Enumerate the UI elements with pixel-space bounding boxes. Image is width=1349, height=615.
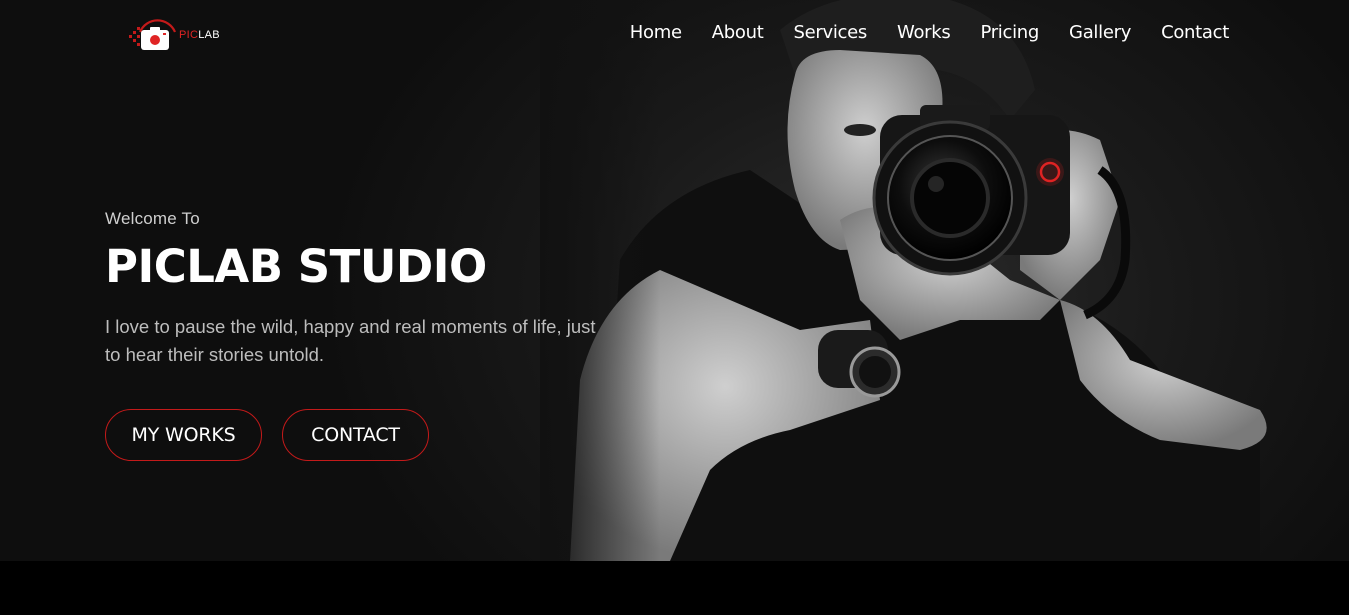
nav-pricing[interactable]: Pricing: [980, 22, 1039, 43]
logo-text-lab: LAB: [198, 29, 220, 41]
hero-section: PICLAB Home About Services Works Pricing…: [0, 0, 1349, 561]
hero-title: PICLAB STUDIO: [105, 240, 487, 293]
my-works-button[interactable]: MY WORKS: [105, 409, 262, 461]
main-nav: Home About Services Works Pricing Galler…: [630, 22, 1230, 43]
camera-icon: [129, 19, 177, 50]
nav-services[interactable]: Services: [793, 22, 867, 43]
nav-gallery[interactable]: Gallery: [1069, 22, 1131, 43]
hero-welcome: Welcome To: [105, 209, 200, 228]
logo-text-pic: PIC: [179, 29, 199, 41]
nav-home[interactable]: Home: [630, 22, 682, 43]
logo[interactable]: PICLAB: [128, 16, 228, 54]
nav-about[interactable]: About: [712, 22, 764, 43]
nav-contact[interactable]: Contact: [1161, 22, 1229, 43]
hero-description: I love to pause the wild, happy and real…: [105, 316, 596, 365]
bottom-band: [0, 561, 1349, 615]
photographer-image: [540, 0, 1267, 561]
contact-button[interactable]: CONTACT: [282, 409, 429, 461]
logo-text: PICLAB: [179, 29, 220, 41]
nav-works[interactable]: Works: [897, 22, 951, 43]
